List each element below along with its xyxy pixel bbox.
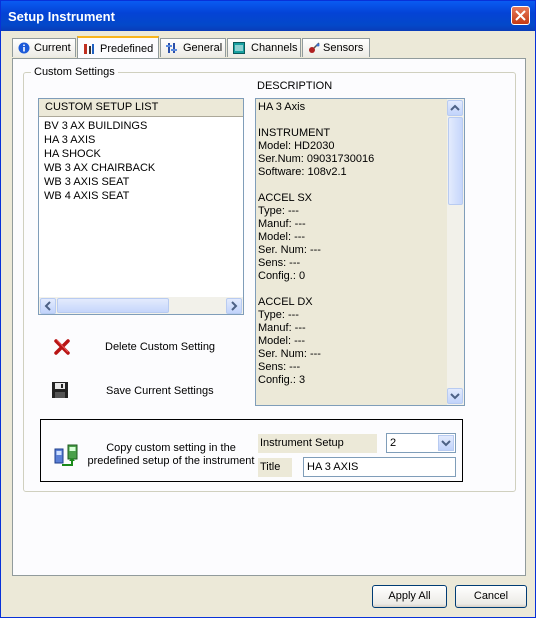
instrument-icon	[84, 44, 94, 54]
list-item[interactable]: WB 3 AXIS SEAT	[44, 176, 129, 188]
chevron-right-icon	[231, 301, 238, 311]
scroll-up-button[interactable]	[447, 100, 463, 116]
save-current-settings-button[interactable]	[51, 381, 69, 399]
cancel-button[interactable]: Cancel	[455, 585, 527, 608]
description-line: ACCEL SX	[258, 192, 313, 204]
description-line: INSTRUMENT	[258, 127, 331, 139]
list-item[interactable]: HA SHOCK	[44, 148, 101, 160]
title-bar[interactable]: Setup Instrument	[1, 1, 535, 31]
sensors-icon	[309, 42, 320, 53]
delete-custom-setting-label[interactable]: Delete Custom Setting	[105, 341, 215, 353]
copy-to-instrument-icon	[54, 444, 78, 466]
instrument-setup-label-text: Instrument Setup	[260, 437, 344, 449]
window-title: Setup Instrument	[8, 9, 115, 24]
list-item[interactable]: WB 3 AX CHAIRBACK	[44, 162, 155, 174]
info-icon	[18, 42, 30, 54]
tab-current-label: Current	[34, 42, 71, 54]
description-line: Sens: ---	[258, 361, 301, 373]
instrument-setup-label: Instrument Setup	[258, 434, 377, 453]
setup-instrument-window: Setup Instrument Current Predefined Gene…	[0, 0, 536, 618]
channels-icon	[233, 42, 245, 54]
description-label: DESCRIPTION	[257, 80, 333, 92]
delete-custom-setting-button[interactable]	[53, 338, 71, 356]
settings-icon	[166, 43, 177, 53]
copy-setting-line-1: Copy custom setting in the	[106, 442, 236, 454]
scroll-thumb[interactable]	[448, 117, 463, 205]
tab-predefined-label: Predefined	[100, 43, 154, 55]
scroll-thumb[interactable]	[57, 298, 169, 313]
instrument-setup-select[interactable]: 2	[386, 433, 456, 453]
scroll-right-button[interactable]	[226, 298, 242, 314]
description-line: Model: ---	[258, 231, 306, 243]
scroll-down-button[interactable]	[447, 388, 463, 404]
title-label-text: Title	[260, 461, 281, 473]
description-vertical-scrollbar[interactable]	[447, 99, 464, 405]
description-line: Ser. Num: ---	[258, 348, 321, 360]
dropdown-button[interactable]	[438, 435, 454, 451]
description-line: Model: ---	[258, 335, 306, 347]
tab-general[interactable]: General	[160, 38, 226, 57]
description-line: Config.: 3	[258, 374, 306, 386]
copy-setting-button[interactable]	[53, 443, 79, 469]
tab-current[interactable]: Current	[12, 38, 76, 57]
description-box[interactable]: HA 3 Axis INSTRUMENT Model: HD2030 Ser.Num:…	[255, 98, 465, 406]
copy-setting-description: Copy custom setting in the predefined se…	[85, 442, 257, 468]
chevron-left-icon	[44, 301, 51, 311]
tab-predefined[interactable]: Predefined	[77, 36, 159, 58]
description-line: HA 3 Axis	[258, 101, 306, 113]
description-line: Manuf: ---	[258, 218, 306, 230]
title-input[interactable]: HA 3 AXIS	[303, 457, 456, 477]
tab-sensors-label: Sensors	[323, 42, 364, 54]
list-item[interactable]: WB 4 AXIS SEAT	[44, 190, 129, 202]
custom-setup-list[interactable]: CUSTOM SETUP LIST BV 3 AX BUILDINGS HA 3…	[38, 98, 244, 315]
description-line: Type: ---	[258, 205, 299, 217]
list-header-label: CUSTOM SETUP LIST	[45, 101, 159, 113]
floppy-disk-icon	[52, 382, 68, 398]
description-line: Sens: ---	[258, 257, 301, 269]
scroll-left-button[interactable]	[40, 298, 56, 314]
save-current-settings-label[interactable]: Save Current Settings	[106, 385, 214, 397]
tab-general-label: General	[183, 42, 223, 54]
description-line: Ser.Num: 09031730016	[258, 153, 375, 165]
apply-all-button[interactable]: Apply All	[372, 585, 447, 608]
title-label: Title	[258, 458, 292, 477]
copy-setting-line-2: predefined setup of the instrument	[87, 455, 255, 467]
close-button[interactable]	[511, 6, 530, 25]
tab-channels-label: Channels	[251, 42, 298, 54]
description-line: Config.: 0	[258, 270, 306, 282]
instrument-setup-value: 2	[390, 437, 397, 449]
delete-icon	[54, 339, 70, 355]
description-line: Ser. Num: ---	[258, 244, 321, 256]
description-line: ACCEL DX	[258, 296, 313, 308]
description-line: Software: 108v2.1	[258, 166, 347, 178]
chevron-down-icon	[441, 440, 451, 447]
list-horizontal-scrollbar[interactable]	[39, 297, 243, 314]
tab-sensors[interactable]: Sensors	[302, 38, 370, 57]
list-item[interactable]: HA 3 AXIS	[44, 134, 95, 146]
list-header[interactable]: CUSTOM SETUP LIST	[39, 99, 243, 117]
chevron-down-icon	[450, 393, 460, 400]
close-icon	[515, 10, 526, 21]
chevron-up-icon	[450, 104, 460, 111]
description-line: Type: ---	[258, 309, 299, 321]
custom-settings-group-label: Custom Settings	[31, 66, 118, 78]
list-item[interactable]: BV 3 AX BUILDINGS	[44, 120, 147, 132]
title-input-value: HA 3 AXIS	[307, 461, 359, 473]
description-line: Manuf: ---	[258, 322, 306, 334]
tab-channels[interactable]: Channels	[227, 38, 301, 57]
description-line: Model: HD2030	[258, 140, 335, 152]
